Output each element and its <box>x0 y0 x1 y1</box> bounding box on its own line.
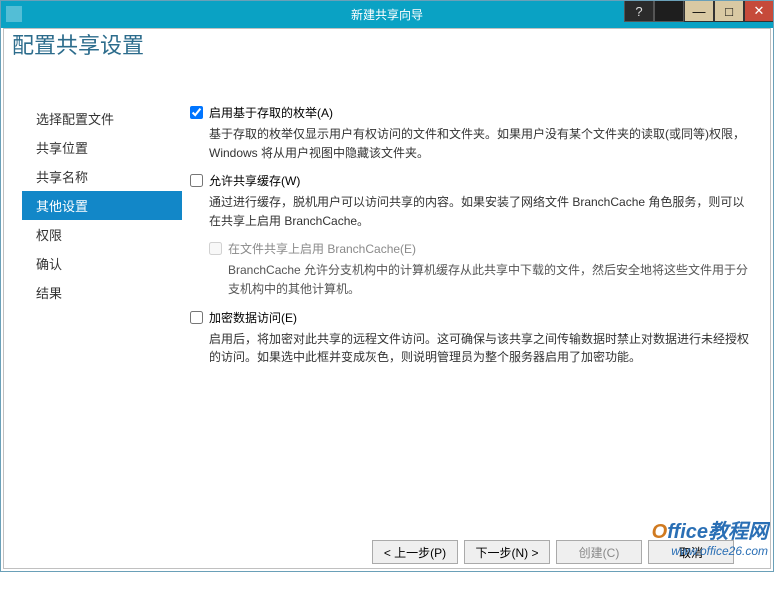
step-share-name[interactable]: 共享名称 <box>22 162 182 191</box>
option-cache-row: 允许共享缓存(W) <box>190 172 752 189</box>
abe-desc: 基于存取的枚举仅显示用户有权访问的文件和文件夹。如果用户没有某个文件夹的读取(或… <box>209 125 752 162</box>
next-button[interactable]: 下一步(N) > <box>464 540 550 564</box>
step-confirm[interactable]: 确认 <box>22 249 182 278</box>
step-results[interactable]: 结果 <box>22 278 182 307</box>
step-select-profile[interactable]: 选择配置文件 <box>22 104 182 133</box>
cache-desc: 通过进行缓存，脱机用户可以访问共享的内容。如果安装了网络文件 BranchCac… <box>209 193 752 230</box>
titlebar: 新建共享向导 ? — □ ✕ <box>0 0 774 28</box>
help-button[interactable]: ? <box>624 0 654 22</box>
option-encrypt-row: 加密数据访问(E) <box>190 309 752 326</box>
cache-label: 允许共享缓存(W) <box>209 172 300 189</box>
step-other-settings[interactable]: 其他设置 <box>22 191 182 220</box>
encrypt-label: 加密数据访问(E) <box>209 309 297 326</box>
window-title: 新建共享向导 <box>351 6 423 23</box>
abe-checkbox[interactable] <box>190 106 203 119</box>
close-button[interactable]: ✕ <box>744 0 774 22</box>
prev-button[interactable]: < 上一步(P) <box>372 540 458 564</box>
wizard-steps: 选择配置文件 共享位置 共享名称 其他设置 权限 确认 结果 <box>22 104 182 590</box>
wizard-footer: < 上一步(P) 下一步(N) > 创建(C) 取消 <box>0 540 774 564</box>
minimize-button[interactable]: — <box>684 0 714 22</box>
cache-checkbox[interactable] <box>190 174 203 187</box>
step-share-location[interactable]: 共享位置 <box>22 133 182 162</box>
option-abe-row: 启用基于存取的枚举(A) <box>190 104 752 121</box>
window-controls: ? — □ ✕ <box>624 0 774 24</box>
branchcache-desc: BranchCache 允许分支机构中的计算机缓存从此共享中下载的文件，然后安全… <box>228 261 752 298</box>
abe-label: 启用基于存取的枚举(A) <box>209 104 333 121</box>
content-area: 选择配置文件 共享位置 共享名称 其他设置 权限 确认 结果 启用基于存取的枚举… <box>0 84 774 590</box>
branchcache-checkbox <box>209 242 222 255</box>
encrypt-desc: 启用后，将加密对此共享的远程文件访问。这可确保与该共享之间传输数据时禁止对数据进… <box>209 330 752 367</box>
encrypt-checkbox[interactable] <box>190 311 203 324</box>
maximize-button[interactable]: □ <box>714 0 744 22</box>
create-button: 创建(C) <box>556 540 642 564</box>
app-icon <box>6 6 22 22</box>
option-branchcache: 在文件共享上启用 BranchCache(E) BranchCache 允许分支… <box>209 240 752 298</box>
step-permissions[interactable]: 权限 <box>22 220 182 249</box>
settings-panel: 启用基于存取的枚举(A) 基于存取的枚举仅显示用户有权访问的文件和文件夹。如果用… <box>182 102 752 590</box>
branchcache-label: 在文件共享上启用 BranchCache(E) <box>228 240 416 257</box>
spacer-button <box>654 0 684 22</box>
cancel-button[interactable]: 取消 <box>648 540 734 564</box>
page-heading: 配置共享设置 <box>6 28 774 60</box>
